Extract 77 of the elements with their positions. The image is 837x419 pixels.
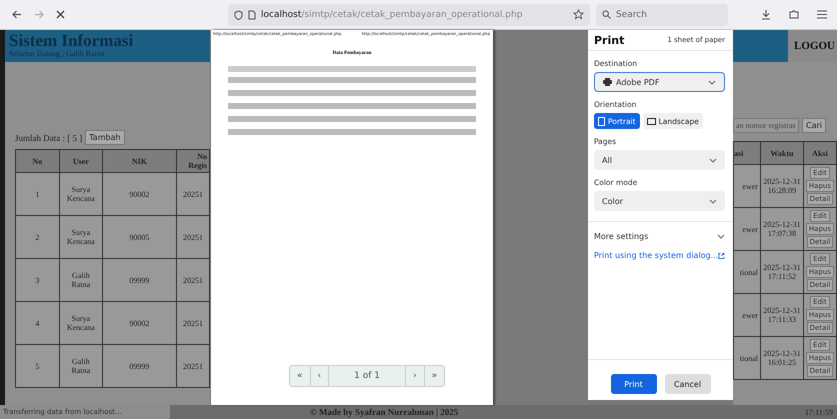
column-header: No Regis: [176, 150, 210, 172]
star-icon[interactable]: [573, 9, 584, 20]
color-mode-dropdown[interactable]: Color: [594, 191, 725, 211]
column-header: asi: [734, 142, 760, 164]
table-cell: tional: [734, 250, 760, 294]
table-cell: 20251: [176, 302, 210, 344]
table-cell: ewer: [734, 208, 760, 250]
table-cell: 90002: [102, 172, 176, 216]
search-icon: [602, 10, 611, 19]
table-cell: Surya Kencana: [59, 302, 102, 344]
table-cell: Galih Ratna: [59, 344, 102, 388]
dialog-title: Print: [594, 34, 624, 46]
column-header: Waktu: [760, 142, 804, 164]
portrait-icon: [598, 116, 605, 126]
column-header: NIK: [102, 150, 176, 172]
table-cell: Surya Kencana: [59, 172, 102, 216]
page-counter: 1 of 1: [329, 366, 406, 386]
table-cell: 2025-12-31 16:01:25: [760, 336, 804, 380]
add-button[interactable]: Tambah: [85, 130, 125, 145]
url-text: localhost/simtp/cetak/cetak_pembayaran_operational.php: [261, 10, 522, 20]
table-cell: 90002: [102, 302, 176, 344]
menu-icon[interactable]: [817, 10, 827, 19]
back-icon[interactable]: [12, 10, 22, 19]
table-cell: 2025-12-31 17:07:38: [760, 208, 804, 250]
destination-dropdown[interactable]: Adobe PDF: [594, 72, 725, 92]
table-cell: 20251: [176, 216, 210, 258]
close-icon[interactable]: [56, 10, 65, 19]
shield-icon: [234, 10, 243, 20]
page-nav-button[interactable]: ‹: [310, 366, 330, 386]
table-cell: 2: [16, 216, 60, 258]
count-label: Jumlah Data : [ 5 ]: [15, 132, 82, 142]
chevron-down-icon: [708, 80, 716, 84]
table-cell: Galih Ratna: [59, 258, 102, 302]
chevron-down-icon: [709, 158, 717, 162]
table-cell: 3: [16, 258, 60, 302]
search-field[interactable]: Search: [596, 4, 728, 26]
table-cell: tional: [734, 336, 760, 380]
welcome-text: Selamat Datang , Galih Ratna: [9, 49, 106, 58]
table-cell: 5: [16, 344, 60, 388]
table-cell: 90005: [102, 216, 176, 258]
footer-text: © Made by Syafran Nurrahman | 2025: [310, 407, 458, 417]
more-settings-toggle[interactable]: More settings: [594, 232, 725, 241]
table-cell: 20251: [176, 258, 210, 302]
table-cell: Surya Kencana: [59, 216, 102, 258]
system-dialog-link[interactable]: Print using the system dialog...: [594, 251, 725, 260]
site-title: Sistem Informasi: [9, 32, 134, 49]
table-cell: 20251: [176, 344, 210, 388]
column-header: No: [16, 150, 60, 172]
table-cell: 2025-12-31 16:28:09: [760, 164, 804, 208]
landscape-icon: [646, 118, 656, 124]
page-nav-button[interactable]: ›: [406, 366, 425, 386]
external-link-icon: [718, 252, 725, 260]
logout-button[interactable]: LOGOU: [788, 30, 837, 62]
table-cell: 1: [16, 172, 60, 216]
table-cell: 09999: [102, 344, 176, 388]
table-cell: ewer: [734, 294, 760, 336]
table-cell: 20251: [176, 172, 210, 216]
column-header: User: [59, 150, 102, 172]
table-cell: 09999: [102, 258, 176, 302]
page-icon: [248, 10, 256, 20]
column-header: Aksi: [803, 142, 836, 164]
table-cell: 4: [16, 302, 60, 344]
page-nav-button[interactable]: «: [290, 366, 311, 386]
table-cell: 2025-12-31 17:11:52: [760, 250, 804, 294]
cancel-button[interactable]: Cancel: [664, 374, 710, 394]
page-nav-button[interactable]: »: [424, 366, 444, 386]
clock-text: 17:11:59: [804, 408, 834, 416]
table-cell: 2025-12-31 17:11:33: [760, 294, 804, 336]
address-bar[interactable]: localhost/simtp/cetak/cetak_pembayaran_operational.php: [228, 4, 590, 26]
pages-dropdown[interactable]: All: [594, 150, 725, 170]
table-cell: ewer: [734, 164, 760, 208]
download-icon[interactable]: [761, 9, 771, 20]
search-field[interactable]: an nomor registras: [733, 118, 799, 133]
print-button[interactable]: Print: [610, 374, 656, 394]
chevron-down-icon: [717, 234, 725, 239]
search-button[interactable]: Cari: [802, 118, 826, 133]
chevron-down-icon: [709, 198, 717, 204]
